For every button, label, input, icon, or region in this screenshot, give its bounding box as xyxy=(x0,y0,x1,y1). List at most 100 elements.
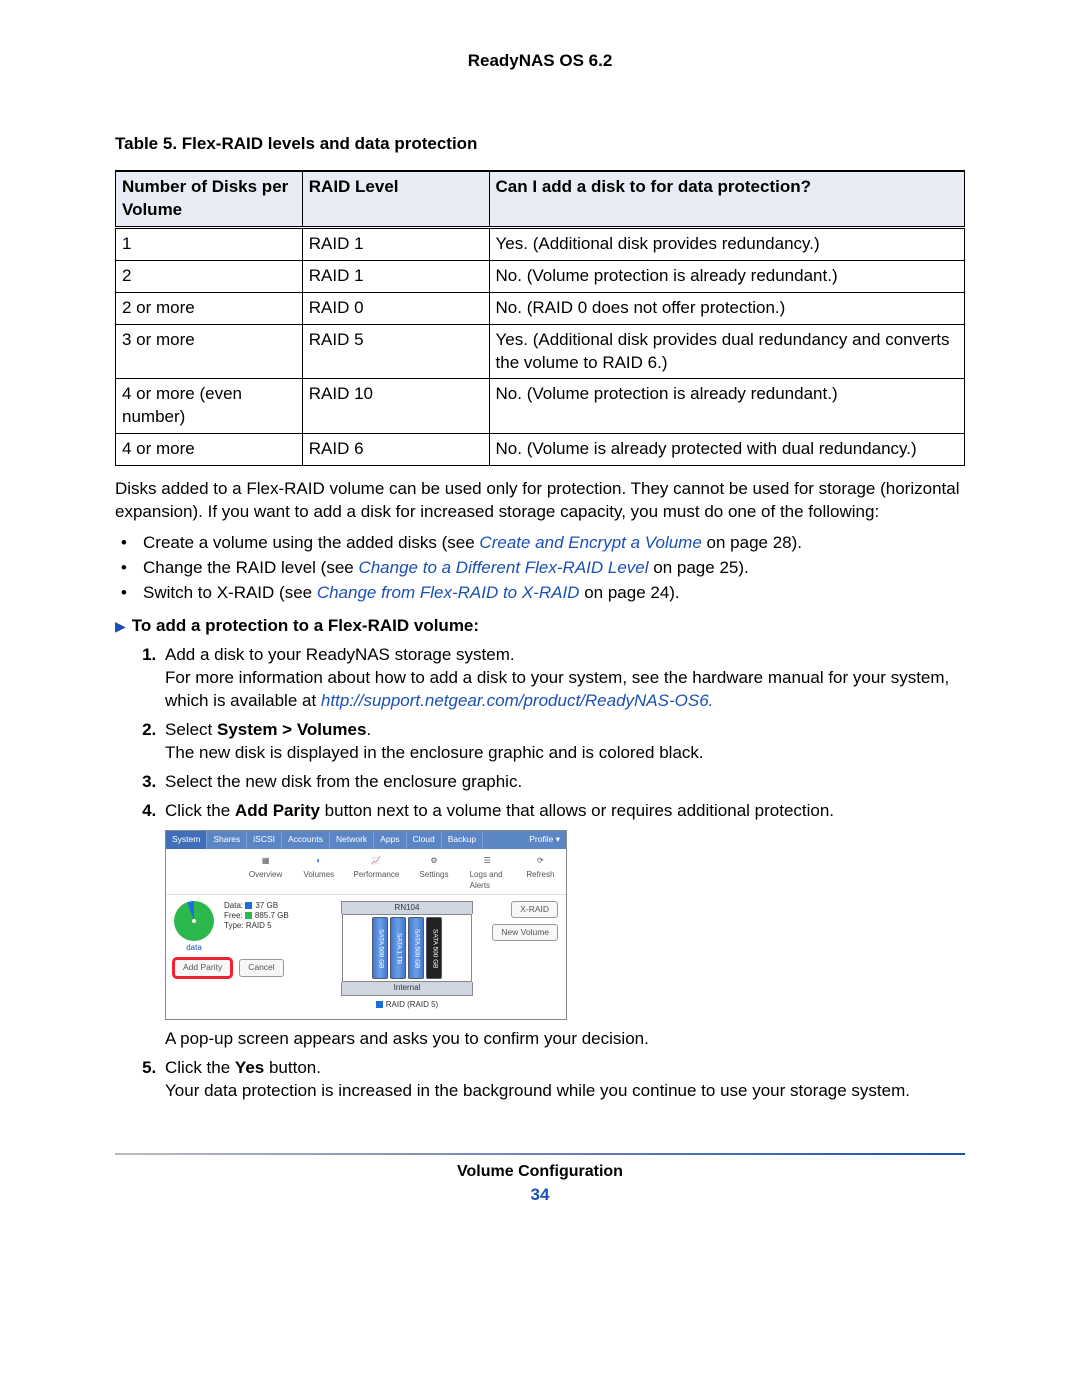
gear-icon: ⚙ xyxy=(426,853,442,869)
cell: RAID 0 xyxy=(302,292,489,324)
link-switch-xraid[interactable]: Change from Flex-RAID to X-RAID xyxy=(317,583,580,602)
bullet-list: Create a volume using the added disks (s… xyxy=(115,532,965,605)
table-row: 4 or more RAID 6 No. (Volume is already … xyxy=(116,434,965,466)
text: on page 28). xyxy=(702,533,802,552)
cell: Yes. (Additional disk provides dual redu… xyxy=(489,324,964,379)
volumes-icon: ◐ xyxy=(311,853,327,869)
ui-right-pane: X-RAID New Volume xyxy=(492,901,558,1011)
label: Volumes xyxy=(303,870,334,881)
disk-slot-3[interactable]: SATA 500 GB xyxy=(408,917,424,979)
disk-slot-4-new[interactable]: SATA 500 GB xyxy=(426,917,442,979)
tab-profile[interactable]: Profile ▾ xyxy=(523,831,566,848)
table-row: 3 or more RAID 5 Yes. (Additional disk p… xyxy=(116,324,965,379)
cell: No. (Volume protection is already redund… xyxy=(489,379,964,434)
step-4: Click the Add Parity button next to a vo… xyxy=(161,800,965,1051)
text: Change the RAID level (see xyxy=(143,558,358,577)
tab-network[interactable]: Network xyxy=(330,831,374,848)
toolbar-refresh[interactable]: ⟳Refresh xyxy=(523,853,558,892)
task-arrow-icon: ▶ xyxy=(115,617,126,636)
th-raid-level: RAID Level xyxy=(302,171,489,227)
tab-backup[interactable]: Backup xyxy=(442,831,483,848)
tab-accounts[interactable]: Accounts xyxy=(282,831,330,848)
cell: 2 or more xyxy=(116,292,303,324)
toolbar-settings[interactable]: ⚙Settings xyxy=(416,853,451,892)
text: Select the new disk from the enclosure g… xyxy=(165,772,522,791)
table-row: 2 RAID 1 No. (Volume protection is alrea… xyxy=(116,260,965,292)
text: Click the xyxy=(165,1058,235,1077)
cancel-button[interactable]: Cancel xyxy=(239,959,283,976)
add-parity-button[interactable]: Add Parity xyxy=(174,959,231,976)
toolbar-logs[interactable]: ☰Logs and Alerts xyxy=(470,853,505,892)
list-icon: ☰ xyxy=(479,853,495,869)
cell: RAID 1 xyxy=(302,227,489,260)
cell: RAID 1 xyxy=(302,260,489,292)
legend-data-swatch xyxy=(245,902,252,909)
tab-shares[interactable]: Shares xyxy=(207,831,247,848)
footer-page-number: 34 xyxy=(115,1184,965,1207)
cell: 3 or more xyxy=(116,324,303,379)
enclosure-graphic[interactable]: SATA 500 GB SATA 1 TB SATA 500 GB SATA 5… xyxy=(342,914,472,982)
enclosure-model: RN104 xyxy=(341,901,473,915)
label: Refresh xyxy=(526,870,554,881)
new-volume-button[interactable]: New Volume xyxy=(492,924,558,941)
label: Logs and Alerts xyxy=(470,870,505,892)
text: Select xyxy=(165,720,217,739)
link-create-volume[interactable]: Create and Encrypt a Volume xyxy=(479,533,701,552)
step-3: Select the new disk from the enclosure g… xyxy=(161,771,965,794)
raid-swatch xyxy=(376,1001,383,1008)
steps-list: Add a disk to your ReadyNAS storage syst… xyxy=(115,644,965,1103)
ui-icon-toolbar: ▦Overview ◐Volumes 📈Performance ⚙Setting… xyxy=(166,849,566,895)
button-name: Add Parity xyxy=(235,801,320,820)
toolbar-overview[interactable]: ▦Overview xyxy=(248,853,283,892)
task-heading: ▶ To add a protection to a Flex-RAID vol… xyxy=(115,615,965,638)
cell: No. (RAID 0 does not offer protection.) xyxy=(489,292,964,324)
cell: 2 xyxy=(116,260,303,292)
grid-icon: ▦ xyxy=(258,853,274,869)
text: Create a volume using the added disks (s… xyxy=(143,533,479,552)
legend-free-swatch xyxy=(245,912,252,919)
link-support-url[interactable]: http://support.netgear.com/product/Ready… xyxy=(321,691,713,710)
disk-slot-2[interactable]: SATA 1 TB xyxy=(390,917,406,979)
list-item: Change the RAID level (see Change to a D… xyxy=(141,557,965,580)
disk-slot-1[interactable]: SATA 500 GB xyxy=(372,917,388,979)
tab-iscsi[interactable]: iSCSI xyxy=(247,831,282,848)
cell: 4 or more (even number) xyxy=(116,379,303,434)
text: The new disk is displayed in the enclosu… xyxy=(165,743,704,762)
link-change-raid[interactable]: Change to a Different Flex-RAID Level xyxy=(358,558,648,577)
list-item: Switch to X-RAID (see Change from Flex-R… xyxy=(141,582,965,605)
intro-paragraph: Disks added to a Flex-RAID volume can be… xyxy=(115,478,965,524)
ui-enclosure-pane: RN104 SATA 500 GB SATA 1 TB SATA 500 GB … xyxy=(342,901,472,1011)
table-row: 4 or more (even number) RAID 10 No. (Vol… xyxy=(116,379,965,434)
footer-rule xyxy=(115,1153,965,1155)
toolbar-volumes[interactable]: ◐Volumes xyxy=(301,853,336,892)
text: A pop-up screen appears and asks you to … xyxy=(165,1029,649,1048)
volume-name: data xyxy=(174,943,214,954)
toolbar-performance[interactable]: 📈Performance xyxy=(354,853,398,892)
step-1: Add a disk to your ReadyNAS storage syst… xyxy=(161,644,965,713)
text: Switch to X-RAID (see xyxy=(143,583,317,602)
cell: 1 xyxy=(116,227,303,260)
enclosure-internal-label: Internal xyxy=(341,982,473,996)
ui-body: data Data: 37 GB Free: 885.7 GB Type: RA… xyxy=(166,895,566,1019)
tab-cloud[interactable]: Cloud xyxy=(407,831,442,848)
volume-legend: Data: 37 GB Free: 885.7 GB Type: RAID 5 xyxy=(224,901,289,954)
table-row: 2 or more RAID 0 No. (RAID 0 does not of… xyxy=(116,292,965,324)
menu-path: System > Volumes xyxy=(217,720,366,739)
text: Click the xyxy=(165,801,235,820)
page-header-title: ReadyNAS OS 6.2 xyxy=(115,0,965,133)
cell: No. (Volume is already protected with du… xyxy=(489,434,964,466)
volume-pie-icon xyxy=(174,901,214,941)
list-item: Create a volume using the added disks (s… xyxy=(141,532,965,555)
th-disks: Number of Disks per Volume xyxy=(116,171,303,227)
tab-apps[interactable]: Apps xyxy=(374,831,406,848)
text: on page 25). xyxy=(649,558,749,577)
th-protection: Can I add a disk to for data protection? xyxy=(489,171,964,227)
xraid-button[interactable]: X-RAID xyxy=(511,901,558,918)
tab-system[interactable]: System xyxy=(166,831,207,848)
step-2: Select System > Volumes. The new disk is… xyxy=(161,719,965,765)
ui-screenshot: System Shares iSCSI Accounts Network App… xyxy=(165,830,567,1019)
table-caption: Table 5. Flex-RAID levels and data prote… xyxy=(115,133,965,156)
ui-left-pane: data Data: 37 GB Free: 885.7 GB Type: RA… xyxy=(174,901,334,1011)
button-name: Yes xyxy=(235,1058,264,1077)
text: . xyxy=(366,720,371,739)
